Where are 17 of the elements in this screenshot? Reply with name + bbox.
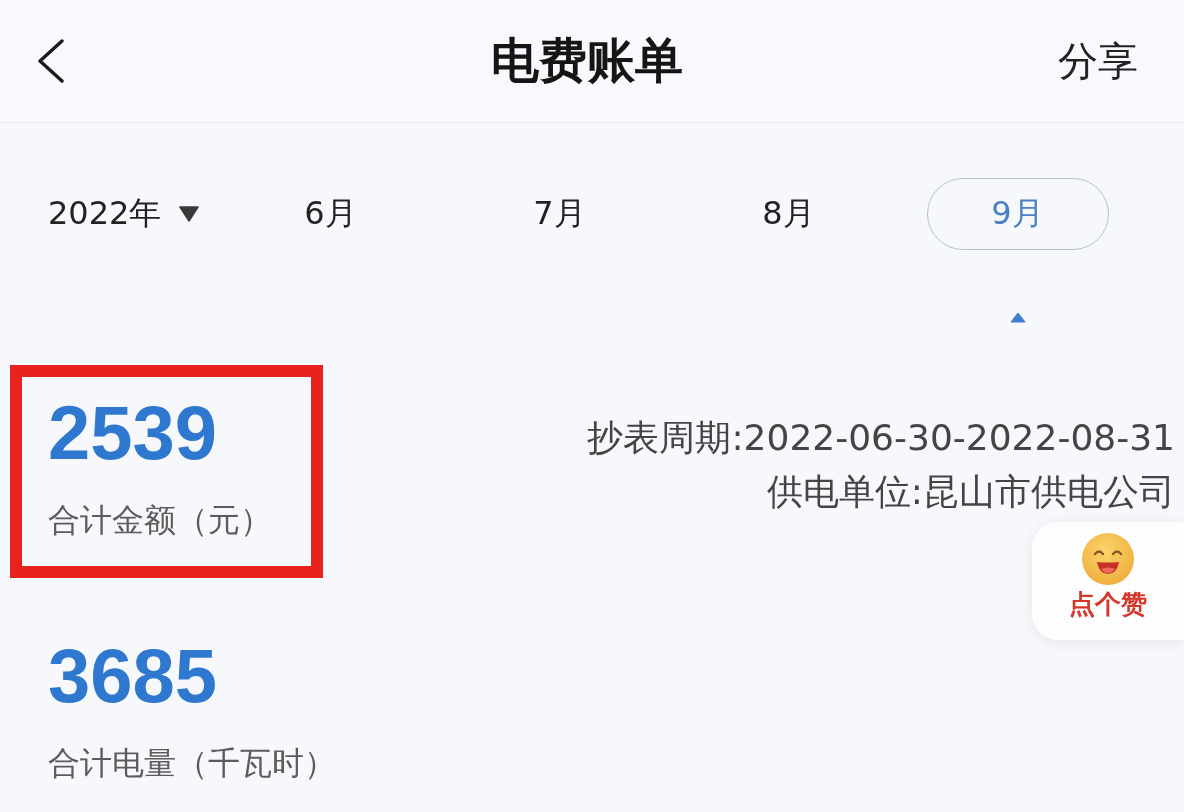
amount-label: 合计金额（元） <box>48 501 272 539</box>
page-title: 电费账单 <box>491 32 683 90</box>
amount-value: 3685 <box>48 638 218 714</box>
back-icon[interactable] <box>36 39 66 83</box>
caret-icon <box>179 206 200 222</box>
triangle-indicator-icon <box>1009 312 1026 323</box>
month-tab[interactable]: 7月 <box>468 178 651 250</box>
bill-detail-text: 供电单位:昆山市供电公司 <box>766 470 1175 514</box>
smiling-face-icon <box>1082 533 1134 585</box>
like-button[interactable]: 点个赞 <box>1032 522 1184 640</box>
month-tab[interactable]: 6月 <box>239 178 422 250</box>
amount-value: 2539 <box>48 395 218 471</box>
share-button[interactable]: 分享 <box>1058 37 1138 85</box>
year-dropdown[interactable]: 2022年 <box>48 178 216 250</box>
amount-label: 合计电量（千瓦时） <box>48 744 336 782</box>
bill-detail-text: 抄表周期:2022-06-30-2022-08-31 <box>587 416 1175 460</box>
month-tab[interactable]: 8月 <box>697 178 880 250</box>
